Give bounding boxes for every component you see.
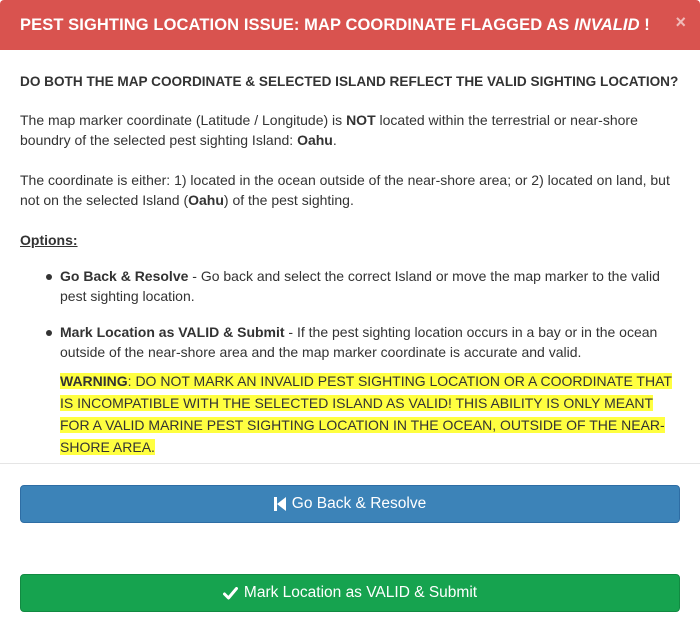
warning-highlight: WARNING: DO NOT MARK AN INVALID PEST SIG… <box>60 373 672 455</box>
list-item: Mark Location as VALID & Submit - If the… <box>46 322 680 458</box>
explanation-text-2: ) of the pest sighting. <box>223 192 354 208</box>
warning-text: : DO NOT MARK AN INVALID PEST SIGHTING L… <box>60 373 672 455</box>
close-button[interactable]: × <box>675 13 686 31</box>
pest-location-issue-modal: PEST SIGHTING LOCATION ISSUE: MAP COORDI… <box>0 0 700 632</box>
mark-valid-submit-label: Mark Location as VALID & Submit <box>243 584 478 601</box>
option-title: Go Back & Resolve <box>60 268 189 284</box>
modal-header: PEST SIGHTING LOCATION ISSUE: MAP COORDI… <box>0 0 700 50</box>
options-heading: Options: <box>20 232 78 248</box>
warning-box: WARNING: DO NOT MARK AN INVALID PEST SIG… <box>60 370 680 458</box>
checkmark-icon <box>222 586 238 600</box>
option-title: Mark Location as VALID & Submit <box>60 324 285 340</box>
go-back-resolve-button[interactable]: Go Back & Resolve <box>20 485 680 523</box>
go-back-resolve-label: Go Back & Resolve <box>291 495 427 512</box>
island-name: Oahu <box>297 132 333 148</box>
modal-title: PEST SIGHTING LOCATION ISSUE: MAP COORDI… <box>20 16 650 35</box>
mark-valid-submit-button[interactable]: Mark Location as VALID & Submit <box>20 574 680 612</box>
list-item: Go Back & Resolve - Go back and select t… <box>46 266 680 306</box>
warning-label: WARNING <box>60 373 128 389</box>
modal-title-suffix: ! <box>639 15 650 34</box>
notice-text-3: . <box>332 132 337 148</box>
modal-title-prefix: PEST SIGHTING LOCATION ISSUE: MAP COORDI… <box>20 15 575 34</box>
island-name: Oahu <box>188 192 224 208</box>
options-list: Go Back & Resolve - Go back and select t… <box>20 266 680 458</box>
modal-title-invalid: INVALID <box>574 15 640 34</box>
question-heading: DO BOTH THE MAP COORDINATE & SELECTED IS… <box>20 74 679 89</box>
coordinate-explanation: The coordinate is either: 1) located in … <box>20 170 680 210</box>
notice-text: The map marker coordinate (Latitude / Lo… <box>20 112 347 128</box>
notice-not: NOT <box>346 112 376 128</box>
modal-body: DO BOTH THE MAP COORDINATE & SELECTED IS… <box>0 50 700 458</box>
footer-divider <box>0 463 700 464</box>
step-backward-icon <box>273 497 286 511</box>
coordinate-notice: The map marker coordinate (Latitude / Lo… <box>20 110 680 150</box>
